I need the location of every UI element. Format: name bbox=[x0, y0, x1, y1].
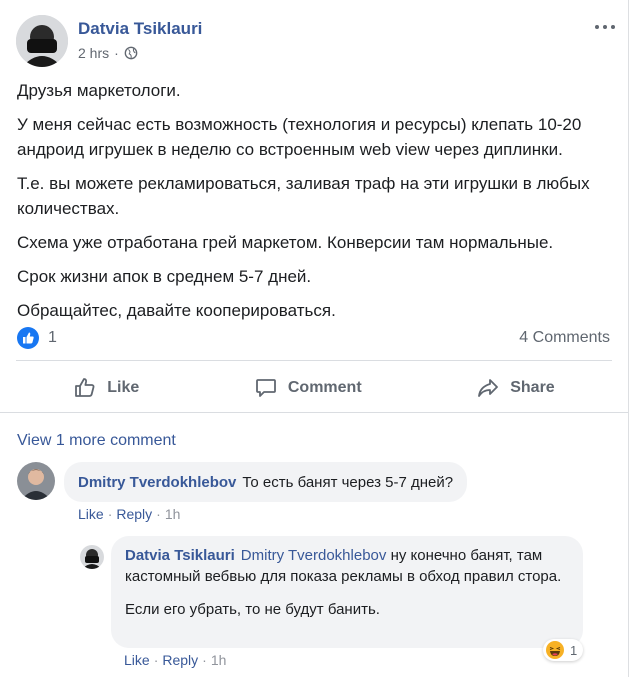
thumbs-up-outline-icon bbox=[75, 378, 95, 397]
like-button[interactable]: Like bbox=[73, 376, 139, 400]
reply-bubble: Datvia Tsiklauri Dmitry Tverdokhlebov ну … bbox=[111, 536, 583, 648]
reply-actions: Like · Reply · 1h bbox=[124, 652, 226, 668]
reactions-summary[interactable]: 1 bbox=[17, 327, 57, 349]
speech-bubble-icon bbox=[255, 379, 276, 397]
action-bar: Like Comment Share bbox=[16, 364, 612, 412]
mention-tag[interactable]: Dmitry Tverdokhlebov bbox=[241, 547, 387, 564]
post-paragraph: Схема уже отработана грей маркетом. Конв… bbox=[17, 233, 554, 252]
comment-actions: Like · Reply · 1h bbox=[78, 506, 180, 522]
haha-emoji-icon bbox=[546, 641, 564, 659]
reply-author-name[interactable]: Datvia Tsiklauri bbox=[125, 547, 235, 564]
post-paragraph: Друзья маркетологи. bbox=[17, 81, 181, 100]
share-button-label: Share bbox=[510, 379, 555, 396]
separator: · bbox=[107, 506, 113, 522]
post-timestamp[interactable]: 2 hrs bbox=[78, 45, 109, 61]
comment-bubble: Dmitry Tverdokhlebov То есть банят через… bbox=[64, 462, 468, 502]
share-arrow-icon bbox=[478, 379, 499, 397]
share-button[interactable]: Share bbox=[476, 376, 555, 400]
comment-reply-link[interactable]: Reply bbox=[116, 506, 152, 522]
post-paragraph: Обращайтес, давайте кооперироваться. bbox=[17, 301, 336, 320]
separator: · bbox=[202, 652, 207, 668]
comment-like-link[interactable]: Like bbox=[78, 506, 104, 522]
separator: · bbox=[156, 506, 161, 522]
reply-timestamp[interactable]: 1h bbox=[211, 652, 227, 668]
post-paragraph: У меня сейчас есть возможность (технолог… bbox=[17, 115, 582, 159]
like-button-label: Like bbox=[107, 379, 140, 396]
reply-author-avatar[interactable] bbox=[80, 545, 104, 569]
reaction-count: 1 bbox=[48, 329, 57, 346]
comment-timestamp[interactable]: 1h bbox=[165, 506, 181, 522]
reply-like-link[interactable]: Like bbox=[124, 652, 150, 668]
view-more-comments-link[interactable]: View 1 more comment bbox=[17, 432, 176, 450]
post-meta: 2 hrs · bbox=[78, 45, 138, 61]
reply-reply-link[interactable]: Reply bbox=[162, 652, 198, 668]
post-paragraph: Т.е. вы можете рекламироваться, заливая … bbox=[17, 174, 590, 218]
post-paragraph: Срок жизни апок в среднем 5-7 дней. bbox=[17, 267, 312, 286]
comment-button[interactable]: Comment bbox=[254, 376, 362, 400]
post-body: Друзья маркетологи. У меня сейчас есть в… bbox=[17, 78, 617, 332]
comment-author-name[interactable]: Dmitry Tverdokhlebov bbox=[78, 474, 236, 491]
post-card: Datvia Tsiklauri 2 hrs · Друзья маркетол… bbox=[0, 0, 629, 677]
commenter-avatar[interactable] bbox=[17, 462, 55, 500]
thumbs-up-badge-icon bbox=[17, 327, 39, 349]
more-options-icon[interactable] bbox=[594, 18, 616, 36]
reply-paragraph: Datvia Tsiklauri Dmitry Tverdokhlebov ну … bbox=[125, 545, 569, 587]
author-avatar[interactable] bbox=[16, 15, 68, 67]
comment-button-label: Comment bbox=[287, 379, 362, 396]
divider bbox=[16, 360, 612, 361]
reply-reaction-count: 1 bbox=[570, 642, 578, 658]
separator: · bbox=[153, 652, 159, 668]
comments-count-link[interactable]: 4 Comments bbox=[519, 329, 610, 347]
post-author-name[interactable]: Datvia Tsiklauri bbox=[78, 19, 202, 39]
comment-text: То есть банят через 5-7 дней? bbox=[242, 473, 454, 491]
reply-text-second: Если его убрать, то не будут банить. bbox=[125, 601, 380, 618]
reply-reaction-badge[interactable]: 1 bbox=[543, 639, 584, 661]
globe-icon[interactable] bbox=[124, 46, 138, 60]
meta-separator: · bbox=[114, 45, 119, 61]
